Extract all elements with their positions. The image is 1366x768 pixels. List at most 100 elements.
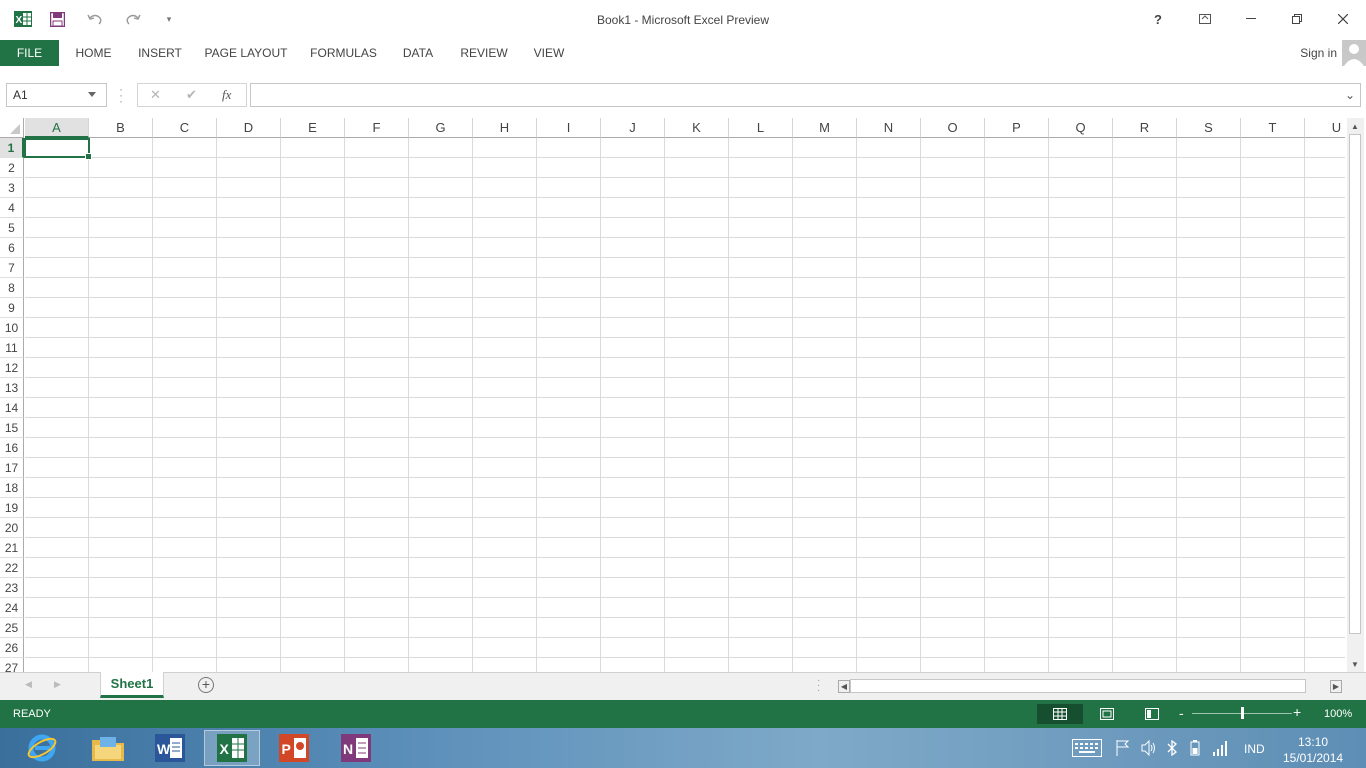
battery-icon[interactable] bbox=[1188, 740, 1202, 759]
column-header-j[interactable]: J bbox=[601, 118, 665, 138]
column-header-d[interactable]: D bbox=[217, 118, 281, 138]
row-header-7[interactable]: 7 bbox=[0, 258, 24, 278]
onenote-icon[interactable]: N bbox=[328, 730, 384, 766]
normal-view-icon[interactable] bbox=[1037, 704, 1083, 724]
row-header-15[interactable]: 15 bbox=[0, 418, 24, 438]
row-header-3[interactable]: 3 bbox=[0, 178, 24, 198]
enter-entry-icon[interactable]: ✔ bbox=[186, 87, 197, 103]
row-header-9[interactable]: 9 bbox=[0, 298, 24, 318]
volume-icon[interactable] bbox=[1141, 739, 1157, 759]
new-sheet-icon[interactable]: + bbox=[198, 677, 214, 693]
formula-input[interactable]: ⌄ bbox=[250, 83, 1361, 107]
column-header-h[interactable]: H bbox=[473, 118, 537, 138]
minimize-icon[interactable] bbox=[1236, 8, 1266, 30]
tab-data[interactable]: DATA bbox=[393, 40, 443, 66]
row-header-1[interactable]: 1 bbox=[0, 138, 24, 158]
column-header-p[interactable]: P bbox=[985, 118, 1049, 138]
column-header-i[interactable]: I bbox=[537, 118, 601, 138]
help-button[interactable]: ? bbox=[1143, 8, 1173, 30]
tab-view[interactable]: VIEW bbox=[524, 40, 574, 66]
row-header-10[interactable]: 10 bbox=[0, 318, 24, 338]
scroll-up-icon[interactable]: ▲ bbox=[1347, 120, 1363, 134]
scroll-left-icon[interactable]: ◀ bbox=[838, 680, 850, 693]
select-all-button[interactable] bbox=[0, 118, 24, 138]
column-header-t[interactable]: T bbox=[1241, 118, 1305, 138]
page-layout-view-icon[interactable] bbox=[1093, 704, 1121, 724]
next-sheet-icon[interactable]: ▶ bbox=[54, 679, 61, 690]
name-box[interactable]: A1 bbox=[6, 83, 107, 107]
row-header-12[interactable]: 12 bbox=[0, 358, 24, 378]
network-signal-icon[interactable] bbox=[1212, 740, 1228, 759]
vertical-scrollbar[interactable]: ▲ ▼ bbox=[1347, 118, 1364, 672]
scroll-down-icon[interactable]: ▼ bbox=[1347, 658, 1363, 672]
tab-file[interactable]: FILE bbox=[0, 40, 59, 66]
horizontal-scroll-thumb[interactable] bbox=[850, 679, 1306, 693]
internet-explorer-icon[interactable] bbox=[14, 730, 70, 766]
restore-icon[interactable] bbox=[1282, 8, 1312, 30]
row-header-13[interactable]: 13 bbox=[0, 378, 24, 398]
row-header-6[interactable]: 6 bbox=[0, 238, 24, 258]
page-break-view-icon[interactable] bbox=[1138, 704, 1166, 724]
column-header-c[interactable]: C bbox=[153, 118, 217, 138]
row-header-19[interactable]: 19 bbox=[0, 498, 24, 518]
column-header-g[interactable]: G bbox=[409, 118, 473, 138]
sign-in-link[interactable]: Sign in bbox=[1300, 46, 1337, 60]
column-header-n[interactable]: N bbox=[857, 118, 921, 138]
cancel-entry-icon[interactable]: ✕ bbox=[150, 87, 161, 103]
row-header-4[interactable]: 4 bbox=[0, 198, 24, 218]
input-language[interactable]: IND bbox=[1244, 742, 1265, 756]
row-header-20[interactable]: 20 bbox=[0, 518, 24, 538]
tab-page-layout[interactable]: PAGE LAYOUT bbox=[198, 40, 294, 66]
column-header-q[interactable]: Q bbox=[1049, 118, 1113, 138]
row-header-8[interactable]: 8 bbox=[0, 278, 24, 298]
column-header-u[interactable]: U bbox=[1305, 118, 1345, 138]
column-header-f[interactable]: F bbox=[345, 118, 409, 138]
row-header-21[interactable]: 21 bbox=[0, 538, 24, 558]
column-header-m[interactable]: M bbox=[793, 118, 857, 138]
avatar-icon[interactable] bbox=[1342, 40, 1366, 66]
touch-keyboard-icon[interactable] bbox=[1072, 739, 1102, 760]
horizontal-scrollbar[interactable]: ◀ ▶ bbox=[836, 678, 1346, 695]
column-header-b[interactable]: B bbox=[89, 118, 153, 138]
action-center-flag-icon[interactable] bbox=[1116, 740, 1130, 759]
word-icon[interactable]: W bbox=[142, 730, 198, 766]
ribbon-display-options-icon[interactable] bbox=[1190, 8, 1220, 30]
tab-split-grip-icon[interactable]: · · · bbox=[817, 676, 820, 696]
column-header-e[interactable]: E bbox=[281, 118, 345, 138]
row-header-27[interactable]: 27 bbox=[0, 658, 24, 672]
column-header-a[interactable]: A bbox=[25, 118, 89, 138]
row-header-26[interactable]: 26 bbox=[0, 638, 24, 658]
row-header-5[interactable]: 5 bbox=[0, 218, 24, 238]
column-header-s[interactable]: S bbox=[1177, 118, 1241, 138]
active-cell[interactable] bbox=[24, 138, 92, 160]
row-header-24[interactable]: 24 bbox=[0, 598, 24, 618]
tab-formulas[interactable]: FORMULAS bbox=[303, 40, 384, 66]
row-header-2[interactable]: 2 bbox=[0, 158, 24, 178]
close-icon[interactable] bbox=[1328, 8, 1358, 30]
row-header-22[interactable]: 22 bbox=[0, 558, 24, 578]
row-header-16[interactable]: 16 bbox=[0, 438, 24, 458]
name-box-dropdown-icon[interactable] bbox=[88, 92, 96, 97]
vertical-scroll-thumb[interactable] bbox=[1349, 134, 1361, 634]
prev-sheet-icon[interactable]: ◀ bbox=[25, 679, 32, 690]
insert-function-icon[interactable]: fx bbox=[222, 87, 231, 103]
worksheet-grid[interactable]: ABCDEFGHIJKLMNOPQRSTU 1 2 3 4 5 6 7 8 9 10 11 12 13 1… bbox=[0, 118, 1345, 672]
row-header-25[interactable]: 25 bbox=[0, 618, 24, 638]
column-header-k[interactable]: K bbox=[665, 118, 729, 138]
excel-taskbar-icon[interactable]: X bbox=[204, 730, 260, 766]
powerpoint-icon[interactable]: P bbox=[266, 730, 322, 766]
file-explorer-icon[interactable] bbox=[80, 730, 136, 766]
row-header-11[interactable]: 11 bbox=[0, 338, 24, 358]
row-header-18[interactable]: 18 bbox=[0, 478, 24, 498]
zoom-level[interactable]: 100% bbox=[1324, 708, 1352, 720]
sheet-tab-sheet1[interactable]: Sheet1 bbox=[100, 672, 164, 698]
column-header-r[interactable]: R bbox=[1113, 118, 1177, 138]
tab-review[interactable]: REVIEW bbox=[453, 40, 515, 66]
zoom-in-icon[interactable]: + bbox=[1293, 704, 1301, 720]
tab-home[interactable]: HOME bbox=[65, 40, 122, 66]
row-header-17[interactable]: 17 bbox=[0, 458, 24, 478]
scroll-right-icon[interactable]: ▶ bbox=[1330, 680, 1342, 693]
expand-formula-bar-icon[interactable]: ⌄ bbox=[1345, 88, 1355, 102]
zoom-slider-thumb[interactable] bbox=[1241, 707, 1244, 719]
row-header-14[interactable]: 14 bbox=[0, 398, 24, 418]
